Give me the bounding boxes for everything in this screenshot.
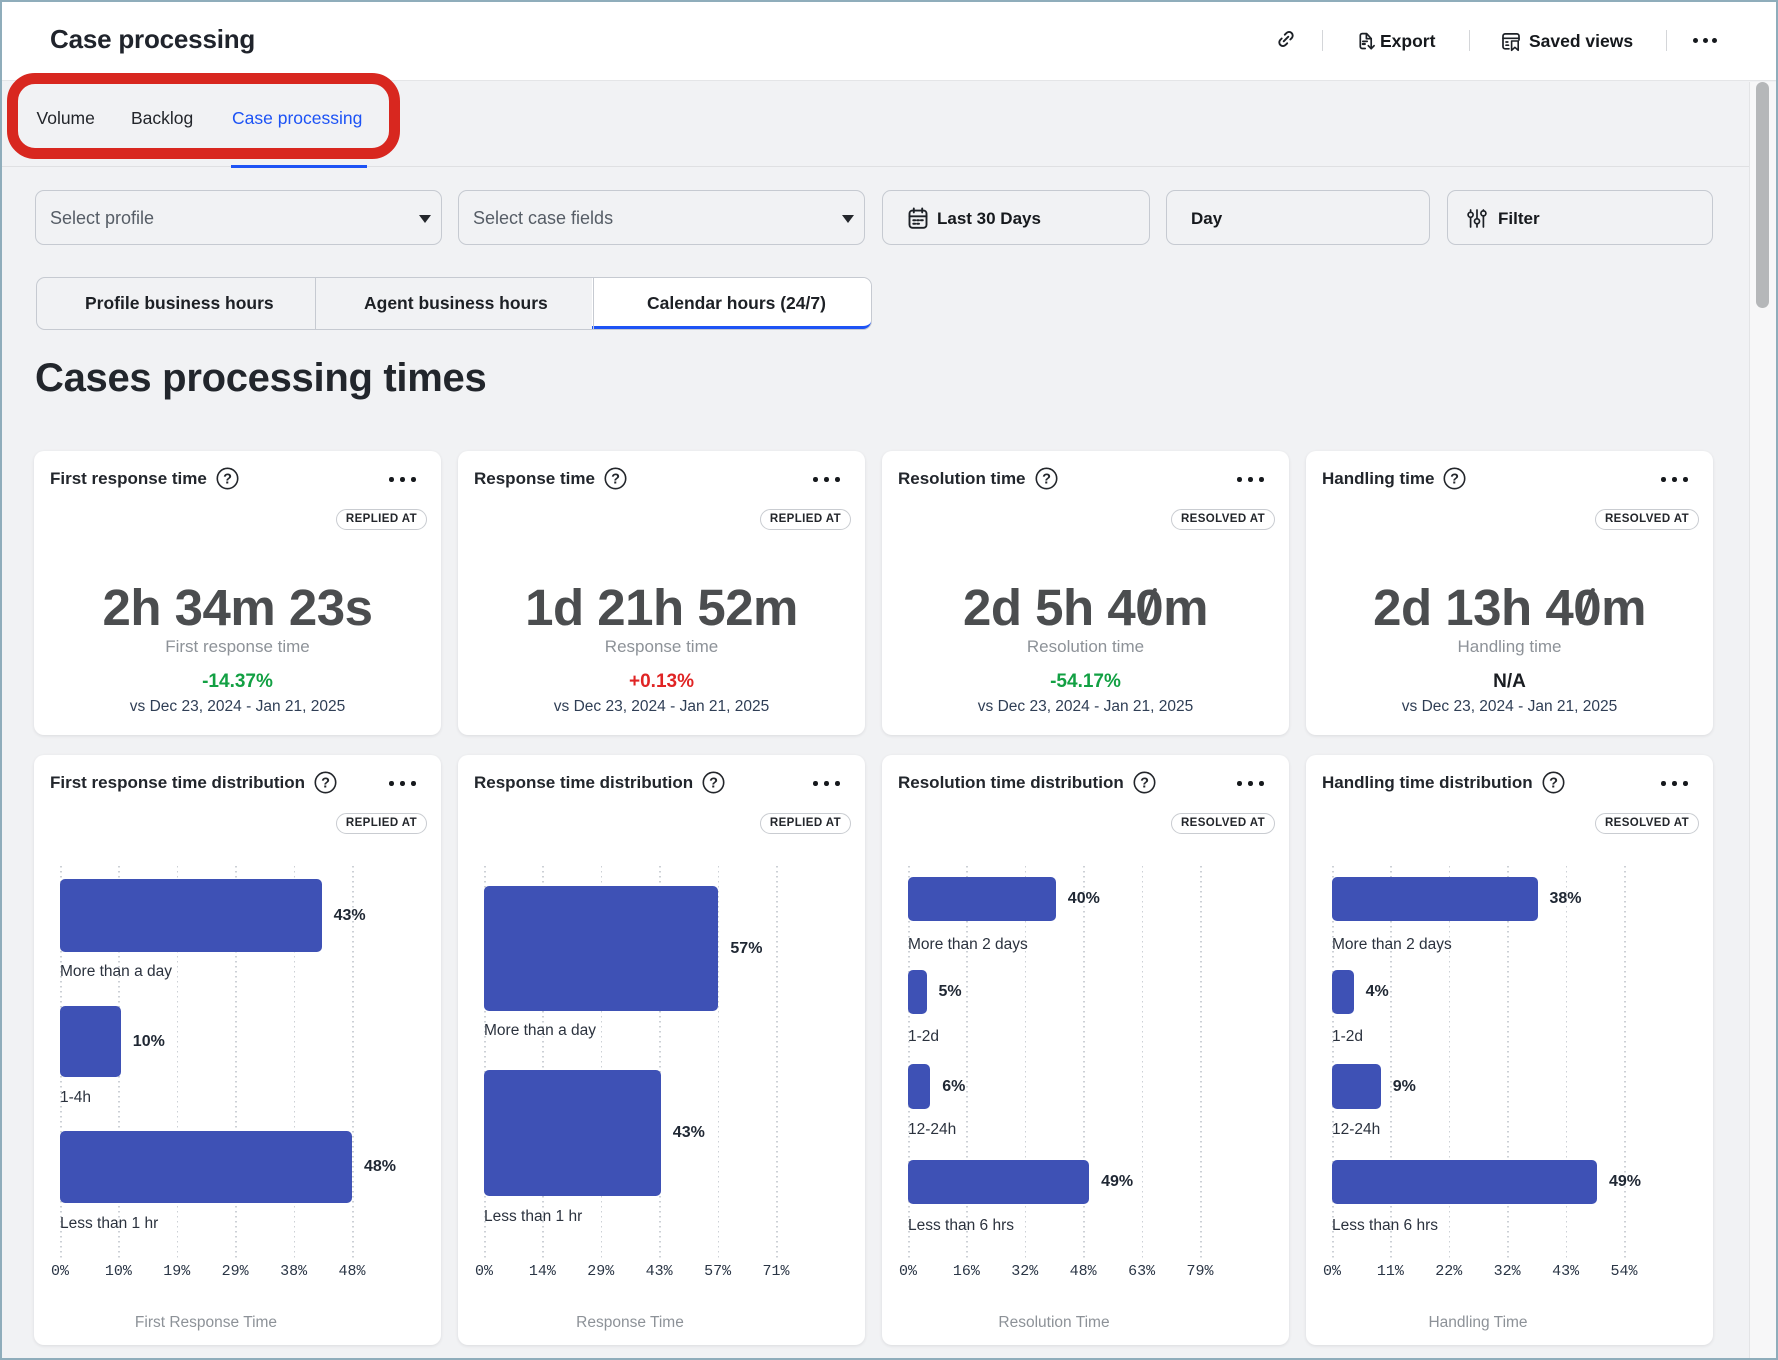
svg-text:?: ?	[611, 472, 620, 488]
svg-text:?: ?	[1140, 776, 1149, 792]
svg-text:?: ?	[223, 472, 232, 488]
svg-text:?: ?	[1042, 472, 1051, 488]
svg-text:?: ?	[709, 776, 718, 792]
svg-text:?: ?	[321, 776, 330, 792]
svg-text:?: ?	[1450, 472, 1459, 488]
svg-text:?: ?	[1549, 776, 1558, 792]
